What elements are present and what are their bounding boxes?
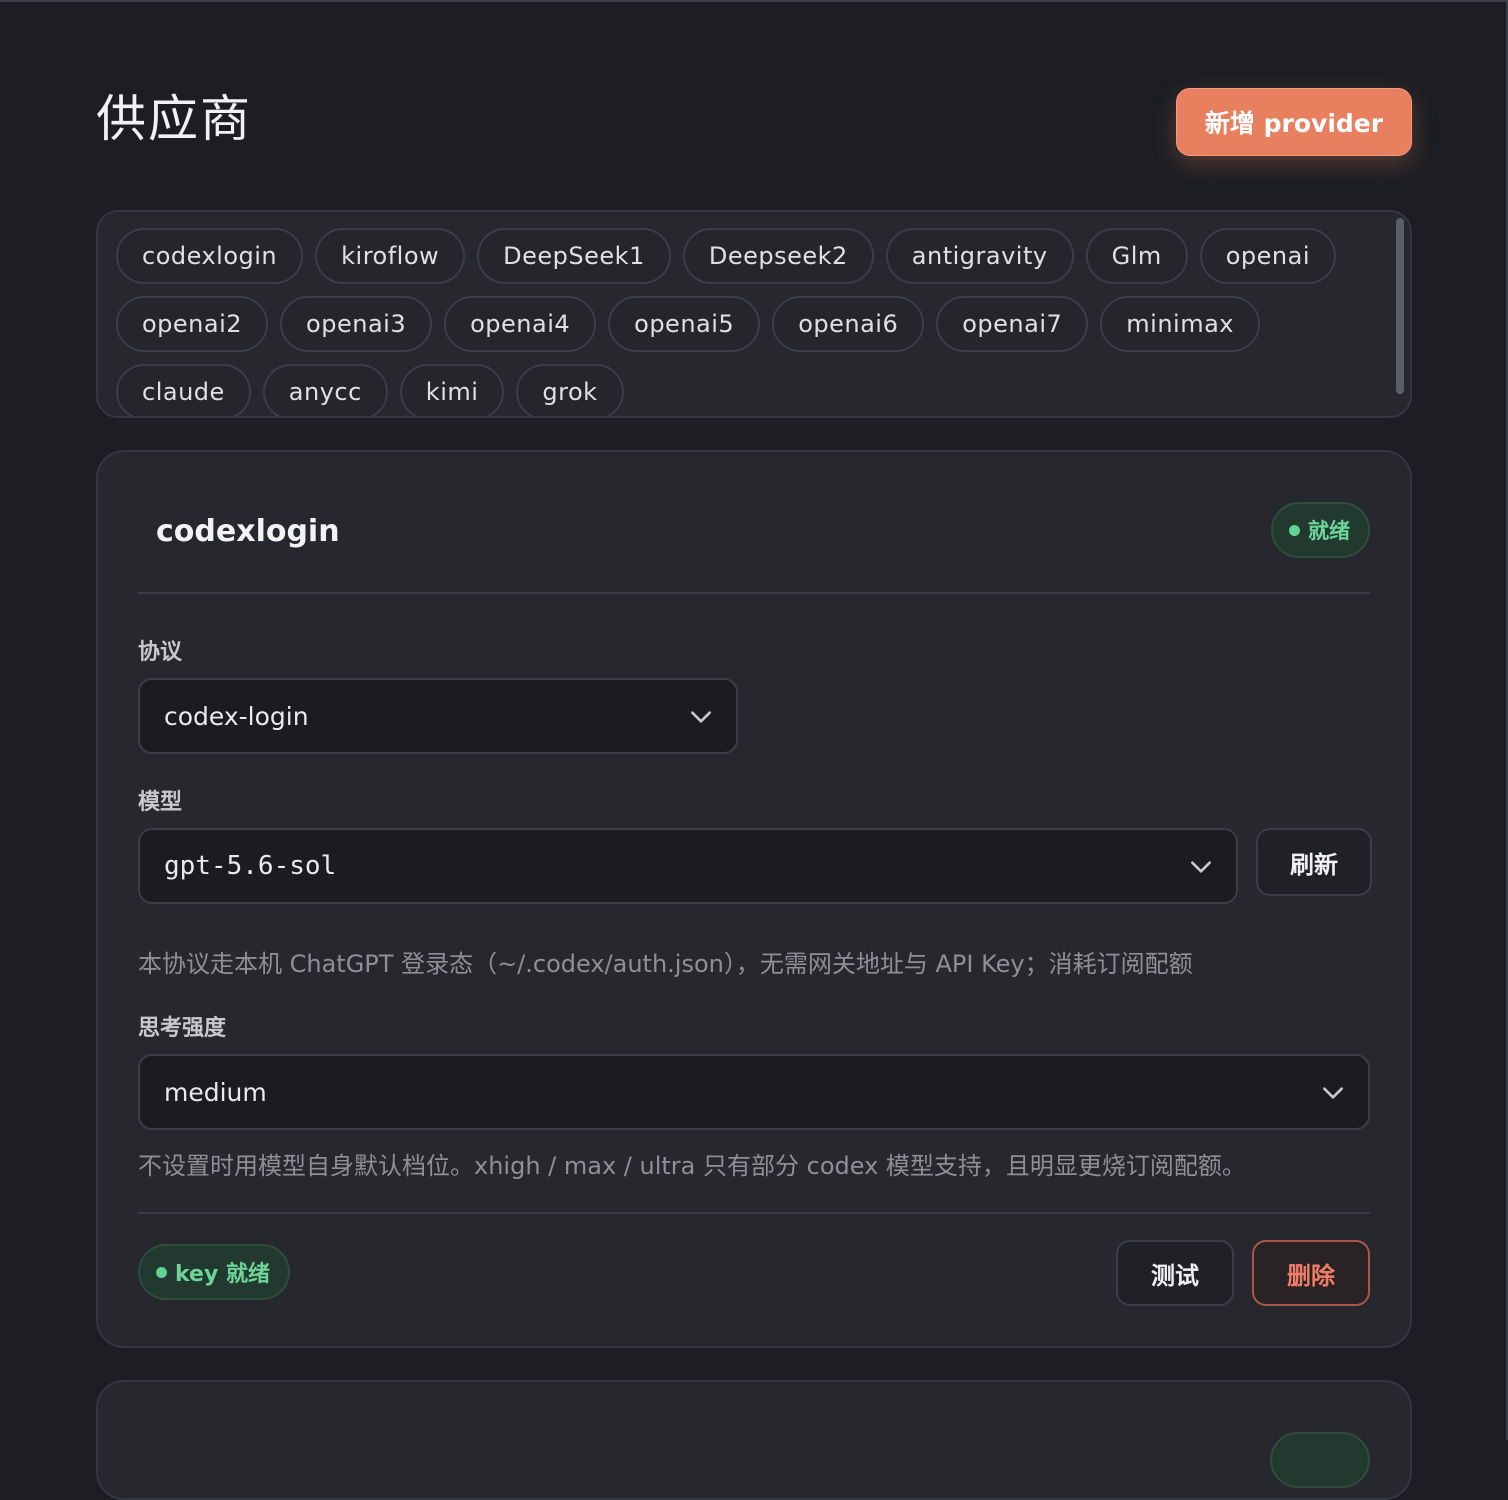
provider-chip[interactable]: codexlogin bbox=[116, 228, 304, 284]
provider-chip[interactable]: openai bbox=[1199, 228, 1337, 284]
reasoning-effort-select[interactable]: medium bbox=[138, 1054, 1370, 1130]
provider-chip[interactable]: Deepseek2 bbox=[682, 228, 874, 284]
card-header-divider bbox=[138, 592, 1370, 594]
provider-chip[interactable]: antigravity bbox=[885, 228, 1074, 284]
add-provider-button[interactable]: 新增 provider bbox=[1176, 88, 1412, 156]
chevron-down-icon bbox=[1323, 1087, 1343, 1099]
provider-chip[interactable]: openai2 bbox=[116, 296, 269, 352]
provider-chips: codexlogin kiroflow DeepSeek1 Deepseek2 anti… bbox=[116, 228, 1376, 416]
provider-chip[interactable]: claude bbox=[116, 364, 251, 416]
status-dot-icon bbox=[156, 1266, 167, 1278]
chevron-down-icon bbox=[691, 711, 711, 723]
protocol-select[interactable]: codex-login bbox=[138, 678, 738, 754]
model-label: 模型 bbox=[138, 790, 183, 815]
protocol-label: 协议 bbox=[138, 640, 183, 665]
provider-chip[interactable]: grok bbox=[516, 364, 624, 416]
status-badge: 就绪 bbox=[1271, 502, 1370, 558]
provider-card: codexlogin 就绪 协议 codex-login 模型 gpt-5.6-… bbox=[96, 450, 1412, 1348]
provider-chip[interactable]: DeepSeek1 bbox=[477, 228, 671, 284]
card-footer-divider bbox=[138, 1212, 1370, 1214]
provider-chip[interactable]: openai4 bbox=[444, 296, 597, 352]
chevron-down-icon bbox=[1191, 861, 1211, 873]
refresh-models-button[interactable]: 刷新 bbox=[1256, 828, 1372, 896]
key-status-label: key 就绪 bbox=[175, 1262, 270, 1287]
provider-chip[interactable]: openai7 bbox=[936, 296, 1089, 352]
status-badge-label: 就绪 bbox=[1308, 519, 1350, 543]
model-select-value: gpt-5.6-sol bbox=[164, 851, 337, 881]
provider-chip[interactable]: openai5 bbox=[608, 296, 761, 352]
provider-list: codexlogin kiroflow DeepSeek1 Deepseek2 anti… bbox=[96, 210, 1412, 418]
protocol-select-value: codex-login bbox=[164, 701, 309, 731]
page-title: 供应商 bbox=[96, 90, 252, 148]
provider-chip[interactable]: kiroflow bbox=[315, 228, 466, 284]
reasoning-effort-label: 思考强度 bbox=[138, 1016, 227, 1041]
provider-chip[interactable]: minimax bbox=[1100, 296, 1260, 352]
provider-list-scrollbar[interactable] bbox=[1396, 218, 1404, 394]
provider-card-title: codexlogin bbox=[156, 514, 340, 549]
status-badge bbox=[1270, 1432, 1370, 1488]
reasoning-effort-hint: 不设置时用模型自身默认档位。xhigh / max / ultra 只有部分 c… bbox=[138, 1152, 1246, 1180]
protocol-hint: 本协议走本机 ChatGPT 登录态（~/.codex/auth.json），无… bbox=[138, 950, 1193, 978]
provider-chip[interactable]: kimi bbox=[399, 364, 505, 416]
model-select[interactable]: gpt-5.6-sol bbox=[138, 828, 1238, 904]
status-dot-icon bbox=[1289, 524, 1300, 536]
provider-card-next bbox=[96, 1380, 1412, 1500]
provider-chip[interactable]: openai3 bbox=[280, 296, 433, 352]
provider-chip[interactable]: Glm bbox=[1085, 228, 1188, 284]
provider-chip[interactable]: openai6 bbox=[772, 296, 925, 352]
reasoning-effort-value: medium bbox=[164, 1077, 267, 1107]
delete-button[interactable]: 删除 bbox=[1252, 1240, 1370, 1306]
provider-chip[interactable]: anycc bbox=[262, 364, 388, 416]
key-status-badge: key 就绪 bbox=[138, 1244, 290, 1300]
test-button[interactable]: 测试 bbox=[1116, 1240, 1234, 1306]
